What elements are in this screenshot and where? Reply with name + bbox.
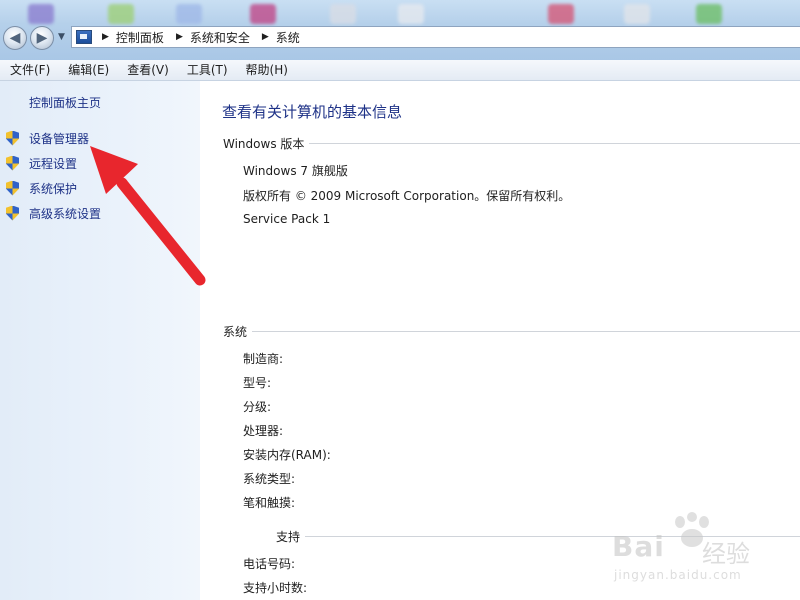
taskbar-blurred-icon [696,4,722,24]
chevron-right-icon[interactable]: ▶ [102,32,109,42]
group-divider [309,142,800,144]
phone-number-label: 电话号码: [243,557,296,571]
control-panel-home-link[interactable]: 控制面板主页 [29,94,101,111]
taskbar-blurred-icon [28,4,54,24]
task-label[interactable]: 设备管理器 [29,130,89,147]
task-label[interactable]: 高级系统设置 [29,205,101,222]
menu-help[interactable]: 帮助(H) [236,61,296,79]
breadcrumb-system[interactable]: 系统 [276,29,300,46]
windows-edition-group-header: Windows 版本 [223,135,800,151]
uac-shield-icon [6,180,19,196]
rating-label: 分级: [243,400,272,414]
left-task-pane: 控制面板主页 设备管理器 远程设置 系统保护 高级系统设置 [0,81,200,600]
system-type-label: 系统类型: [243,472,296,486]
installed-memory-label: 安装内存(RAM): [243,448,331,462]
system-group-header: 系统 [223,323,800,339]
history-dropdown-icon[interactable]: ▼ [58,32,65,42]
window-title-bar: ◀ ▶ ▼ ▶ 控制面板 ▶ 系统和安全 ▶ 系统 [0,0,800,60]
windows-edition-name: Windows 7 旗舰版 [243,164,348,178]
uac-shield-icon [6,130,19,146]
group-heading: 系统 [223,324,248,339]
watermark-brand-cn: 经验 [702,540,750,568]
breadcrumb-system-security[interactable]: 系统和安全 [190,29,250,46]
arrow-left-icon: ◀ [9,30,21,46]
navigation-buttons: ◀ ▶ ▼ [3,26,73,52]
menu-file[interactable]: 文件(F) [0,61,58,79]
model-label: 型号: [243,376,272,390]
taskbar-blurred-icon [624,4,650,24]
processor-label: 处理器: [243,424,284,438]
taskbar-blurred-icon [176,4,202,24]
taskbar-blurred-icon [330,4,356,24]
watermark-brand: Bai [612,530,665,563]
group-divider [252,330,800,332]
page-title: 查看有关计算机的基本信息 [222,103,403,121]
manufacturer-label: 制造商: [243,352,284,366]
task-label[interactable]: 系统保护 [29,180,77,197]
forward-button[interactable]: ▶ [30,26,54,50]
taskbar-blurred-icon [250,4,276,24]
uac-shield-icon [6,155,19,171]
chevron-right-icon[interactable]: ▶ [262,32,269,42]
taskbar-blurred-icon [398,4,424,24]
arrow-right-icon: ▶ [36,30,48,46]
back-button[interactable]: ◀ [3,26,27,50]
breadcrumb-control-panel[interactable]: 控制面板 [116,29,164,46]
advanced-system-settings-link[interactable]: 高级系统设置 [6,204,101,222]
device-manager-link[interactable]: 设备管理器 [6,129,89,147]
uac-shield-icon [6,205,19,221]
support-hours-label: 支持小时数: [243,581,308,595]
system-protection-link[interactable]: 系统保护 [6,179,77,197]
task-label[interactable]: 远程设置 [29,155,77,172]
watermark: Bai 经验 jingyan.baidu.com [612,512,792,592]
group-heading: 支持 [276,529,301,544]
control-panel-icon [76,30,92,44]
copyright-text: 版权所有 © 2009 Microsoft Corporation。保留所有权利… [243,189,571,203]
pen-touch-label: 笔和触摸: [243,496,296,510]
taskbar-blurred-icon [108,4,134,24]
menu-bar: 文件(F) 编辑(E) 查看(V) 工具(T) 帮助(H) [0,60,800,81]
menu-edit[interactable]: 编辑(E) [58,61,117,79]
menu-tools[interactable]: 工具(T) [177,61,236,79]
address-bar[interactable]: ▶ 控制面板 ▶ 系统和安全 ▶ 系统 [71,26,800,48]
chevron-right-icon[interactable]: ▶ [176,32,183,42]
remote-settings-link[interactable]: 远程设置 [6,154,77,172]
watermark-url: jingyan.baidu.com [614,568,742,582]
group-heading: Windows 版本 [223,136,305,151]
service-pack-text: Service Pack 1 [243,212,331,226]
taskbar-blurred-icon [548,4,574,24]
menu-view[interactable]: 查看(V) [117,61,177,79]
